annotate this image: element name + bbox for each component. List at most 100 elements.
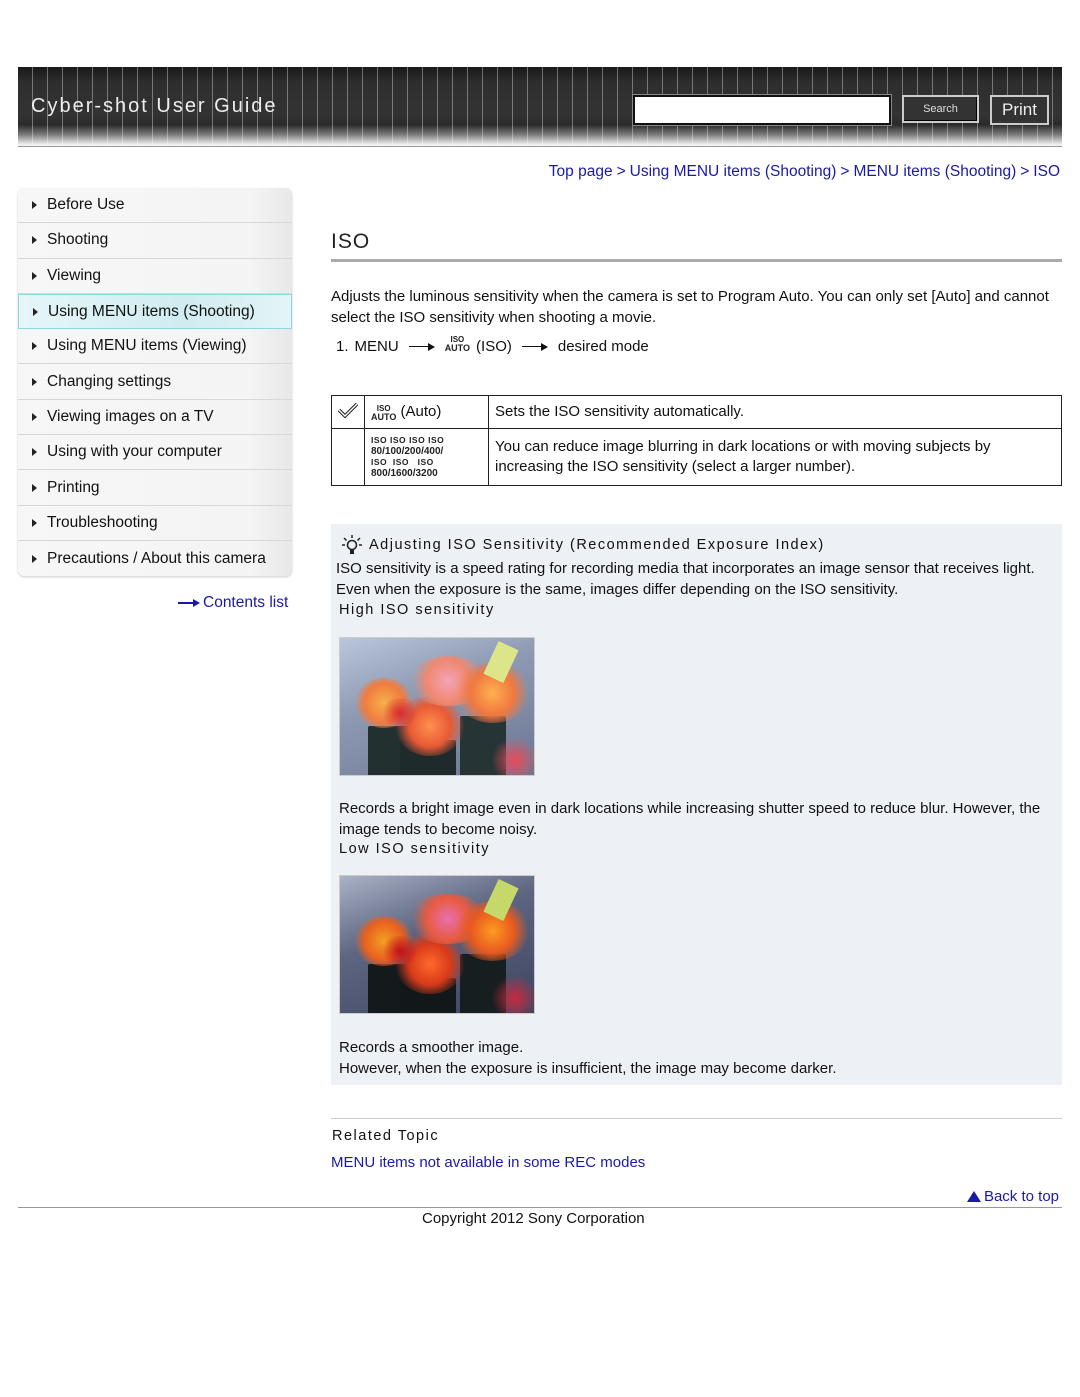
iso-prefix: ISO <box>371 457 388 467</box>
iso-prefix: ISO <box>390 435 407 445</box>
sidebar-item-menu-viewing[interactable]: Using MENU items (Viewing) <box>18 329 292 365</box>
related-topic-link[interactable]: MENU items not available in some REC mod… <box>331 1154 645 1171</box>
hint-title-text: Adjusting ISO Sensitivity (Recommended E… <box>369 537 825 553</box>
photo-flowers <box>380 936 420 966</box>
sidebar-item-changing-settings[interactable]: Changing settings <box>18 364 292 400</box>
triangle-right-icon <box>32 483 37 492</box>
triangle-up-icon <box>966 1191 981 1202</box>
breadcrumb-separator: > <box>616 163 626 180</box>
table-row: ISO AUTO (Auto) Sets the ISO sensitivity… <box>331 395 1062 429</box>
photo-flowers <box>490 738 534 775</box>
step-number: 1. <box>336 338 349 355</box>
title-divider <box>331 259 1062 262</box>
back-to-top-label: Back to top <box>983 1188 1059 1205</box>
page: Cyber-shot User Guide Search Print Befor… <box>0 0 1080 1397</box>
sidebar-item-printing[interactable]: Printing <box>18 470 292 506</box>
search-button[interactable]: Search <box>902 95 979 123</box>
sidebar-item-label: Using with your computer <box>47 443 222 461</box>
mode-description: Sets the ISO sensitivity automatically. <box>488 395 1062 429</box>
sidebar-item-menu-shooting[interactable]: Using MENU items (Shooting) <box>18 293 292 330</box>
breadcrumb-top-page[interactable]: Top page <box>549 163 613 180</box>
arrow-right-icon <box>521 342 548 351</box>
iso-auto-icon-bottom: AUTO <box>444 342 471 353</box>
iso-value: 400 <box>423 446 441 457</box>
related-topic-heading: Related Topic <box>332 1128 440 1144</box>
mode-cell: ISO ISO ISO ISO 80/100/200/400/ ISO ISO … <box>364 428 489 486</box>
triangle-right-icon <box>32 448 37 457</box>
hint-body: ISO sensitivity is a speed rating for re… <box>336 560 1035 598</box>
breadcrumb-separator: > <box>840 163 850 180</box>
sidebar-item-viewing-tv[interactable]: Viewing images on a TV <box>18 399 292 436</box>
triangle-right-icon <box>32 236 37 245</box>
sidebar-item-label: Before Use <box>47 196 125 214</box>
default-marker-cell <box>331 395 365 429</box>
header-banner: Cyber-shot User Guide Search Print <box>18 67 1062 147</box>
photo-flowers <box>490 976 534 1013</box>
search-input[interactable] <box>632 94 892 126</box>
copyright: Copyright 2012 Sony Corporation <box>422 1210 645 1227</box>
low-iso-text-2: However, when the exposure is insufficie… <box>339 1060 837 1077</box>
sidebar-item-label: Shooting <box>47 231 109 249</box>
iso-prefix: ISO <box>428 435 445 445</box>
low-iso-photo <box>339 875 535 1014</box>
iso-prefix: ISO <box>417 457 434 467</box>
sidebar-item-label: Viewing images on a TV <box>47 407 214 425</box>
sidebar-item-label: Printing <box>47 478 100 496</box>
iso-auto-icon-bottom: AUTO <box>371 411 397 422</box>
header-divider <box>18 146 1062 147</box>
sidebar-item-viewing[interactable]: Viewing <box>18 258 292 294</box>
sidebar-item-shooting[interactable]: Shooting <box>18 223 292 259</box>
sidebar-item-label: Using MENU items (Shooting) <box>48 302 255 320</box>
iso-value: 100 <box>384 446 402 457</box>
high-iso-text: Records a bright image even in dark loca… <box>339 800 1041 838</box>
breadcrumb-separator: > <box>1020 163 1030 180</box>
iso-prefix: ISO <box>392 457 410 467</box>
page-title: ISO <box>331 230 371 253</box>
sidebar-item-label: Using MENU items (Viewing) <box>47 337 247 355</box>
sidebar-item-precautions[interactable]: Precautions / About this camera <box>18 540 292 577</box>
iso-value: 800 <box>371 468 388 479</box>
intro-text: Adjusts the luminous sensitivity when th… <box>331 288 1049 326</box>
iso-prefix: ISO <box>371 435 388 445</box>
default-marker-cell <box>331 428 365 486</box>
footer-divider <box>18 1207 1062 1208</box>
photo-flowers <box>380 698 420 728</box>
sidebar-item-computer[interactable]: Using with your computer <box>18 435 292 471</box>
triangle-right-icon <box>33 307 38 316</box>
sidebar-item-label: Precautions / About this camera <box>47 549 266 567</box>
triangle-right-icon <box>32 518 37 527</box>
mode-description: You can reduce image blurring in dark lo… <box>488 428 1062 486</box>
step-menu: MENU <box>354 338 399 355</box>
iso-value: 200 <box>404 446 422 457</box>
menu-step: 1. MENU ISO AUTO (ISO) desired mode <box>336 335 649 355</box>
iso-values-icon: ISO ISO ISO ISO 80/100/200/400/ ISO ISO … <box>371 435 482 479</box>
sidebar-item-before-use[interactable]: Before Use <box>18 188 292 224</box>
high-iso-photo <box>339 637 535 776</box>
contents-list-link[interactable]: Contents list <box>178 594 288 612</box>
site-title: Cyber-shot User Guide <box>31 95 278 117</box>
hint-box: Adjusting ISO Sensitivity (Recommended E… <box>331 524 1062 1085</box>
mode-label: (Auto) <box>400 403 442 421</box>
sidebar-item-troubleshooting[interactable]: Troubleshooting <box>18 505 292 541</box>
sidebar-item-label: Viewing <box>47 266 102 284</box>
iso-prefix-row: ISO ISO ISO ISO <box>371 435 482 446</box>
print-button[interactable]: Print <box>990 95 1049 125</box>
breadcrumb-iso[interactable]: ISO <box>1033 163 1060 180</box>
sidebar-nav: Before Use Shooting Viewing Using MENU i… <box>18 188 292 577</box>
arrow-right-icon <box>408 342 435 351</box>
back-to-top-link[interactable]: Back to top <box>966 1188 1059 1205</box>
mode-cell: ISO AUTO (Auto) <box>364 395 489 429</box>
iso-value: 80 <box>371 446 383 457</box>
sidebar-item-label: Troubleshooting <box>47 513 158 531</box>
triangle-right-icon <box>32 412 37 421</box>
iso-value: 1600 <box>390 468 413 479</box>
arrow-right-icon <box>178 599 200 607</box>
breadcrumb-menu-shooting[interactable]: Using MENU items (Shooting) <box>630 163 837 180</box>
breadcrumb-menu-items-shooting[interactable]: MENU items (Shooting) <box>853 163 1016 180</box>
related-divider <box>331 1118 1062 1119</box>
iso-values-row: 80/100/200/400/ <box>371 446 444 457</box>
triangle-right-icon <box>32 271 37 280</box>
step-iso-label: (ISO) <box>476 338 512 355</box>
iso-prefix-row: ISO ISO ISO <box>371 457 482 468</box>
low-iso-heading: Low ISO sensitivity <box>339 841 490 857</box>
